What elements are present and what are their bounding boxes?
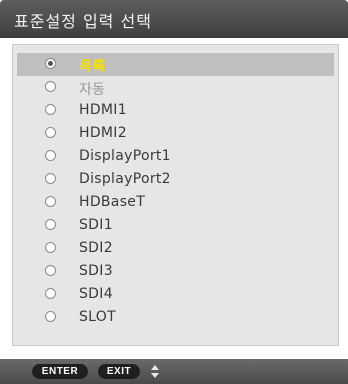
list-item-label: HDMI2 xyxy=(79,125,127,141)
radio-icon[interactable] xyxy=(45,288,56,299)
list-item-displayport2[interactable]: DisplayPort2 xyxy=(17,168,334,191)
list-item-label: SDI2 xyxy=(79,240,113,256)
radio-icon[interactable] xyxy=(45,150,56,161)
list-item-slot[interactable]: SLOT xyxy=(17,306,334,329)
list-item-hdmi1[interactable]: HDMI1 xyxy=(17,99,334,122)
input-list-panel: 목록 자동 HDMI1 HDMI2 DisplayPort1 DisplayPo… xyxy=(12,44,339,346)
list-item-displayport1[interactable]: DisplayPort1 xyxy=(17,145,334,168)
radio-icon[interactable] xyxy=(45,265,56,276)
radio-icon[interactable] xyxy=(45,81,56,92)
title-bar: 표준설정 입력 선택 xyxy=(0,0,348,38)
osd-window: 표준설정 입력 선택 목록 자동 HDMI1 HDMI2 DisplayPort xyxy=(0,0,348,384)
list-item-label: HDMI1 xyxy=(79,102,127,118)
list-item-sdi1[interactable]: SDI1 xyxy=(17,214,334,237)
enter-button[interactable]: ENTER xyxy=(32,364,88,379)
radio-icon[interactable] xyxy=(45,196,56,207)
up-down-arrows-icon xyxy=(151,365,159,378)
radio-icon[interactable] xyxy=(45,173,56,184)
list-item-label: SDI1 xyxy=(79,217,113,233)
page-title: 표준설정 입력 선택 xyxy=(14,12,152,31)
list-item-label: SDI4 xyxy=(79,286,113,302)
list-item-label: SLOT xyxy=(79,309,116,325)
input-list: 목록 자동 HDMI1 HDMI2 DisplayPort1 DisplayPo… xyxy=(13,53,338,329)
radio-icon[interactable] xyxy=(45,104,56,115)
list-item-hdbaset[interactable]: HDBaseT xyxy=(17,191,334,214)
list-item-sdi4[interactable]: SDI4 xyxy=(17,283,334,306)
list-item-label: 자동 xyxy=(79,82,106,98)
list-item-sdi3[interactable]: SDI3 xyxy=(17,260,334,283)
list-item-label: DisplayPort2 xyxy=(79,171,171,187)
radio-icon[interactable] xyxy=(45,242,56,253)
radio-checked-icon[interactable] xyxy=(45,58,56,69)
radio-icon[interactable] xyxy=(45,311,56,322)
list-item-label: SDI3 xyxy=(79,263,113,279)
footer-bar: ENTER EXIT xyxy=(0,359,348,384)
list-item-hdmi2[interactable]: HDMI2 xyxy=(17,122,334,145)
list-item-sdi2[interactable]: SDI2 xyxy=(17,237,334,260)
list-item-label: DisplayPort1 xyxy=(79,148,171,164)
radio-icon[interactable] xyxy=(45,219,56,230)
exit-button[interactable]: EXIT xyxy=(98,364,140,379)
list-item-label: 목록 xyxy=(79,59,106,75)
list-item-label: HDBaseT xyxy=(79,194,146,210)
list-item-list[interactable]: 목록 xyxy=(17,53,334,76)
list-item-auto[interactable]: 자동 xyxy=(17,76,334,99)
radio-icon[interactable] xyxy=(45,127,56,138)
